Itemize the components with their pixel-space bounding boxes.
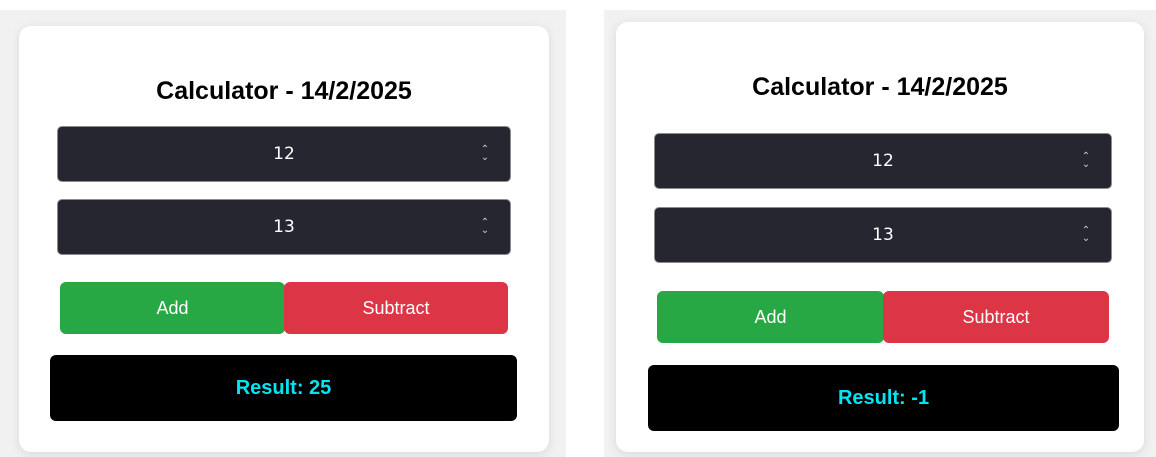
subtract-button[interactable]: Subtract xyxy=(883,291,1109,343)
result-display: Result: 25 xyxy=(50,355,517,421)
second-number-value: 13 xyxy=(872,225,894,245)
first-number-input[interactable]: 12 ⌃ ⌄ xyxy=(57,126,511,182)
first-number-value: 12 xyxy=(872,151,894,171)
add-button[interactable]: Add xyxy=(657,291,884,343)
spinner-updown-icon[interactable]: ⌃ ⌄ xyxy=(480,218,490,236)
calculator-panel-right: Calculator - 14/2/2025 12 ⌃ ⌄ 13 ⌃ ⌄ Add S… xyxy=(604,10,1156,457)
spinner-updown-icon[interactable]: ⌃ ⌄ xyxy=(480,145,490,163)
calculator-title: Calculator - 14/2/2025 xyxy=(752,73,1008,101)
first-number-value: 12 xyxy=(273,144,295,164)
add-button[interactable]: Add xyxy=(60,282,285,334)
spinner-updown-icon[interactable]: ⌃ ⌄ xyxy=(1081,152,1091,170)
subtract-button[interactable]: Subtract xyxy=(284,282,508,334)
result-display: Result: -1 xyxy=(648,365,1119,431)
second-number-input[interactable]: 13 ⌃ ⌄ xyxy=(654,207,1112,263)
first-number-input[interactable]: 12 ⌃ ⌄ xyxy=(654,133,1112,189)
calculator-card: Calculator - 14/2/2025 12 ⌃ ⌄ 13 ⌃ ⌄ Add S… xyxy=(616,22,1144,452)
calculator-card: Calculator - 14/2/2025 12 ⌃ ⌄ 13 ⌃ ⌄ Add S… xyxy=(19,26,549,452)
calculator-title: Calculator - 14/2/2025 xyxy=(156,77,412,105)
second-number-value: 13 xyxy=(273,217,295,237)
calculator-panel-left: Calculator - 14/2/2025 12 ⌃ ⌄ 13 ⌃ ⌄ Add S… xyxy=(0,10,566,457)
spinner-updown-icon[interactable]: ⌃ ⌄ xyxy=(1081,226,1091,244)
second-number-input[interactable]: 13 ⌃ ⌄ xyxy=(57,199,511,255)
